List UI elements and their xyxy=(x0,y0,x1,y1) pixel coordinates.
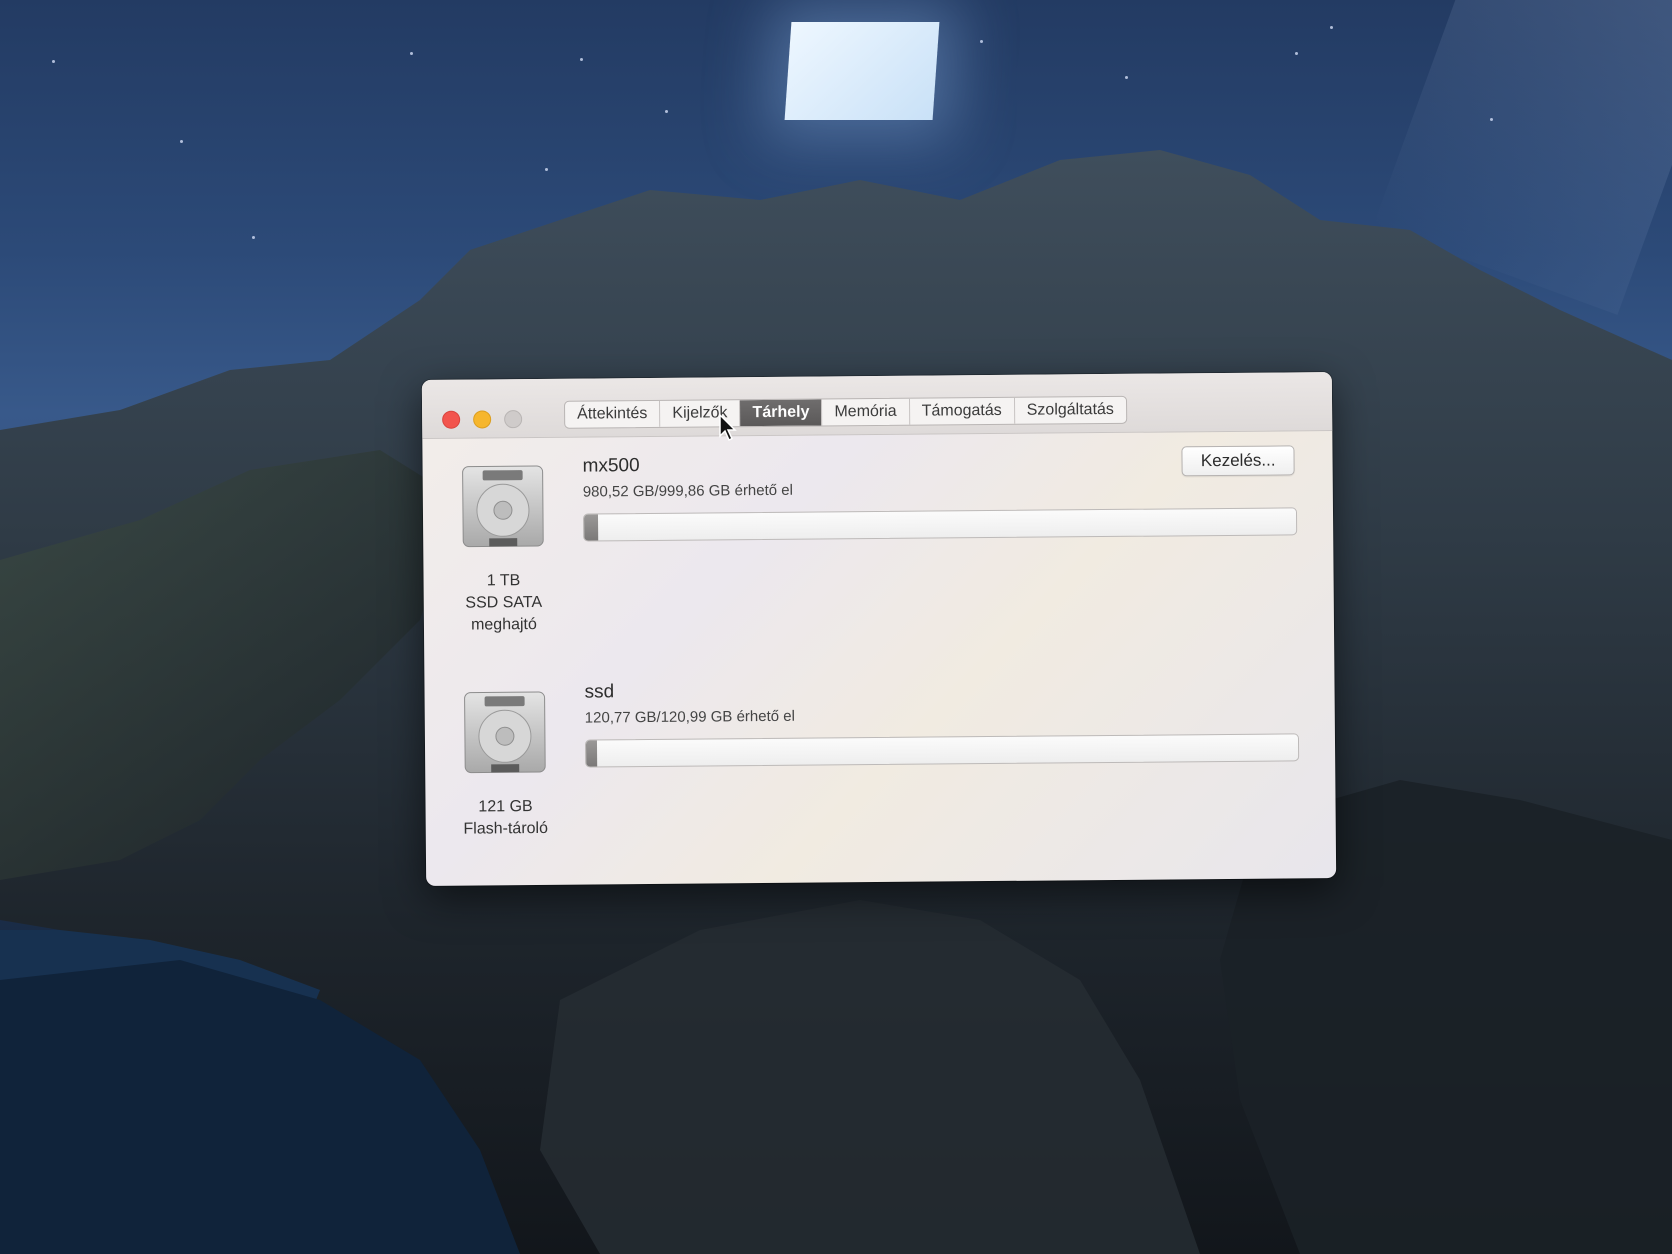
hard-drive-icon xyxy=(462,465,544,548)
system-info-window: Áttekintés Kijelzők Tárhely Memória Támo… xyxy=(421,372,1337,886)
mouse-pointer-icon xyxy=(719,414,737,442)
zoom-window-button xyxy=(504,410,523,429)
close-window-button[interactable] xyxy=(442,410,461,429)
drive-row-ssd: 121 GB Flash-tároló ssd 120,77 GB/120,99… xyxy=(424,657,1336,865)
manage-storage-button[interactable]: Kezelés... xyxy=(1181,445,1295,477)
storage-usage-bar xyxy=(582,507,1298,542)
drive-caption: 1 TB SSD SATA meghajtó xyxy=(433,570,574,637)
hard-drive-icon xyxy=(464,691,546,774)
storage-usage-fill xyxy=(583,514,599,541)
storage-usage-fill xyxy=(585,740,597,767)
storage-usage-bar xyxy=(584,733,1300,768)
drive-name: mx500 xyxy=(582,455,640,477)
drive-available-space: 980,52 GB/999,86 GB érhető el xyxy=(582,481,794,501)
tab-tamogatas[interactable]: Támogatás xyxy=(909,397,1015,425)
tab-szolgaltatas[interactable]: Szolgáltatás xyxy=(1015,397,1126,424)
drive-type-label-2: meghajtó xyxy=(470,615,537,634)
drive-caption: 121 GB Flash-tároló xyxy=(435,796,575,841)
tab-tarhely[interactable]: Tárhely xyxy=(740,399,823,427)
storage-pane: 1 TB SSD SATA meghajtó mx500 980,52 GB/9… xyxy=(422,431,1336,886)
drive-name: ssd xyxy=(584,681,615,703)
drive-available-space: 120,77 GB/120,99 GB érhető el xyxy=(584,707,795,727)
drive-type-label: Flash-tároló xyxy=(463,819,549,838)
tab-memoria[interactable]: Memória xyxy=(822,398,910,426)
drive-row-mx500: 1 TB SSD SATA meghajtó mx500 980,52 GB/9… xyxy=(422,431,1334,639)
tab-attekintes[interactable]: Áttekintés xyxy=(565,400,661,428)
drive-type-label: SSD SATA xyxy=(465,593,543,612)
desktop: Áttekintés Kijelzők Tárhely Memória Támo… xyxy=(0,0,1672,1254)
tab-bar: Áttekintés Kijelzők Tárhely Memória Támo… xyxy=(563,395,1128,429)
drive-capacity-label: 121 GB xyxy=(478,798,533,816)
drive-capacity-label: 1 TB xyxy=(486,572,521,590)
minimize-window-button[interactable] xyxy=(473,410,492,429)
window-titlebar[interactable]: Áttekintés Kijelzők Tárhely Memória Támo… xyxy=(421,372,1333,439)
